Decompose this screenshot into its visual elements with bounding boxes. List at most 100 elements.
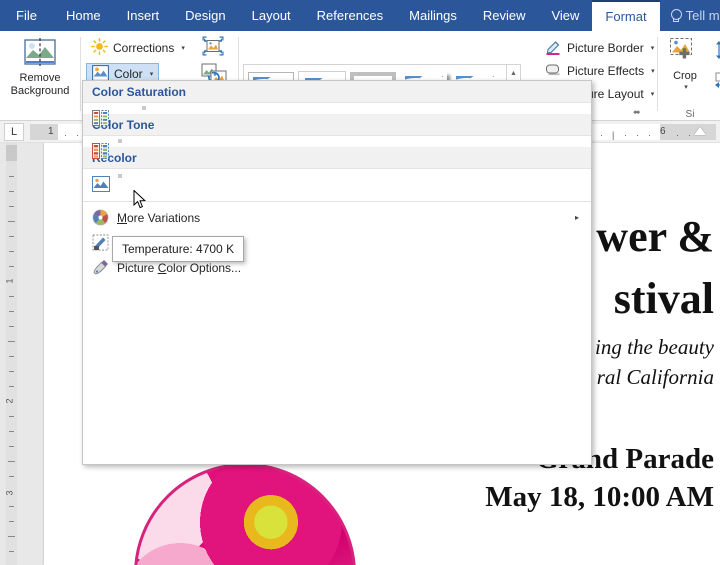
vruler-number-3: 3 — [4, 490, 15, 496]
tab-mailings[interactable]: Mailings — [396, 0, 470, 31]
thumb-temperature-4700k[interactable] — [118, 139, 122, 143]
thumb-recolor-blue-accent[interactable] — [150, 182, 154, 186]
thumb-recolor-pink-accent[interactable] — [126, 182, 130, 186]
recolor-icon — [92, 176, 110, 192]
section-header-recolor: Recolor — [83, 147, 591, 169]
thumb-recolor-orange-accent[interactable] — [166, 182, 170, 186]
chevron-down-icon: ▾ — [651, 67, 655, 75]
right-indent-marker[interactable] — [694, 127, 706, 135]
tab-design[interactable]: Design — [172, 0, 238, 31]
thumb-saturation-300[interactable] — [166, 106, 170, 110]
shape-width-field[interactable] — [710, 69, 720, 91]
color-saturation-icon — [92, 110, 110, 126]
remove-background-icon — [21, 37, 59, 69]
menu-separator — [83, 201, 591, 202]
chevron-down-icon: ▾ — [684, 84, 688, 91]
chevron-down-icon: ▾ — [650, 44, 655, 52]
submenu-arrow-icon: ▸ — [574, 213, 579, 222]
picture-border-button[interactable]: Picture Border ▾ — [540, 37, 659, 59]
vruler-number-1: 1 — [4, 278, 15, 284]
tab-file[interactable]: File — [0, 0, 53, 31]
thumb-recolor-grayscale[interactable] — [126, 174, 130, 178]
chevron-down-icon: ▾ — [149, 70, 154, 78]
thumb-temperature-6500k[interactable] — [142, 139, 146, 143]
recolor-grid — [118, 172, 591, 194]
picture-styles-dialog-launcher[interactable]: ⬌ — [633, 107, 641, 118]
corrections-label: Corrections — [113, 41, 175, 55]
group-separator — [657, 37, 658, 111]
picture-effects-button[interactable]: Picture Effects ▾ — [540, 60, 660, 82]
color-tone-icon — [92, 143, 110, 159]
thumb-recolor-sepia[interactable] — [134, 174, 138, 178]
lightbulb-icon — [670, 9, 682, 22]
picture-color-options-icon — [92, 259, 109, 276]
doc-subtitle-line2: ral California — [596, 365, 714, 389]
corrections-button[interactable]: Corrections ▾ — [86, 37, 190, 59]
thumb-recolor-no-recolor[interactable] — [118, 174, 122, 178]
thumb-recolor-black-white-75[interactable] — [166, 174, 170, 178]
picture-effects-label: Picture Effects — [567, 64, 645, 78]
thumb-recolor-orange-light[interactable] — [166, 190, 170, 194]
vertical-ruler[interactable]: 1 2 3 4 — [0, 143, 22, 565]
remove-background-label-line1: Remove — [19, 72, 61, 84]
thumb-saturation-33[interactable] — [126, 106, 130, 110]
recolor-grid-row — [83, 169, 591, 198]
thumb-recolor-pink-light[interactable] — [126, 190, 130, 194]
height-icon — [716, 41, 720, 59]
thumb-saturation-0[interactable] — [118, 106, 122, 110]
tooltip-text: Temperature: 4700 K — [122, 242, 235, 256]
tab-layout[interactable]: Layout — [239, 0, 304, 31]
color-saturation-row — [83, 103, 591, 126]
menu-item-more-variations[interactable]: More Variations ▸ — [83, 205, 591, 230]
thumb-temperature-5300k[interactable] — [126, 139, 130, 143]
ribbon-tabs: File Home Insert Design Layout Reference… — [0, 0, 720, 31]
thumb-temperature-8800k[interactable] — [158, 139, 162, 143]
tab-view[interactable]: View — [538, 0, 592, 31]
ribbon-group-size: Crop ▾ Si — [660, 31, 720, 121]
tab-format[interactable]: Format — [592, 0, 660, 31]
ruler-number-6: 6 — [660, 126, 666, 137]
color-label: Color — [114, 67, 143, 81]
crop-icon — [668, 37, 702, 67]
remove-background-button[interactable]: Remove Background — [4, 35, 76, 115]
thumb-recolor-blue-light[interactable] — [150, 190, 154, 194]
thumb-recolor-gold-accent[interactable] — [134, 182, 138, 186]
section-header-color-saturation: Color Saturation — [83, 81, 591, 103]
thumb-temperature-11200k[interactable] — [166, 139, 170, 143]
tab-review[interactable]: Review — [470, 0, 539, 31]
group-label-size: Si — [685, 109, 695, 120]
crop-button[interactable]: Crop ▾ — [662, 35, 708, 115]
thumb-recolor-purple-light[interactable] — [158, 190, 162, 194]
shape-height-field[interactable] — [710, 39, 720, 61]
compress-pictures-button[interactable] — [196, 35, 230, 62]
tab-insert[interactable]: Insert — [114, 0, 173, 31]
tab-stop-selector[interactable]: L — [4, 123, 24, 141]
thumb-saturation-66[interactable] — [134, 106, 138, 110]
tab-references[interactable]: References — [304, 0, 396, 31]
tab-home[interactable]: Home — [53, 0, 114, 31]
color-wheel-icon — [92, 209, 109, 226]
flower-circle-image[interactable] — [134, 463, 356, 565]
compress-pictures-icon — [201, 35, 225, 62]
thumb-saturation-133[interactable] — [150, 106, 154, 110]
picture-effects-icon — [545, 62, 562, 81]
thumb-recolor-black-white-50[interactable] — [158, 174, 162, 178]
thumb-recolor-black-white-25[interactable] — [150, 174, 154, 178]
remove-background-label-line2: Background — [10, 85, 70, 97]
recolor-row-2 — [118, 182, 591, 186]
word-window: File Home Insert Design Layout Reference… — [0, 0, 720, 565]
thumb-recolor-gray-25-dark[interactable] — [118, 182, 122, 186]
thumb-recolor-gray-light[interactable] — [118, 190, 122, 194]
thumb-recolor-purple-accent[interactable] — [158, 182, 162, 186]
color-dropdown-menu[interactable]: Color Saturation Color Tone Recolor More… — [82, 80, 592, 465]
thumb-saturation-200[interactable] — [158, 106, 162, 110]
doc-title-line2: stival — [613, 274, 714, 323]
thumb-temperature-5900k[interactable] — [134, 139, 138, 143]
thumb-saturation-100[interactable] — [142, 106, 146, 110]
vruler-margin-top — [6, 145, 17, 161]
thumb-temperature-7200k[interactable] — [150, 139, 154, 143]
thumb-recolor-aqua-accent[interactable] — [142, 182, 146, 186]
picture-border-label: Picture Border — [567, 41, 644, 55]
tell-me-box[interactable]: Tell me... — [660, 0, 720, 31]
thumb-recolor-washout[interactable] — [142, 174, 146, 178]
